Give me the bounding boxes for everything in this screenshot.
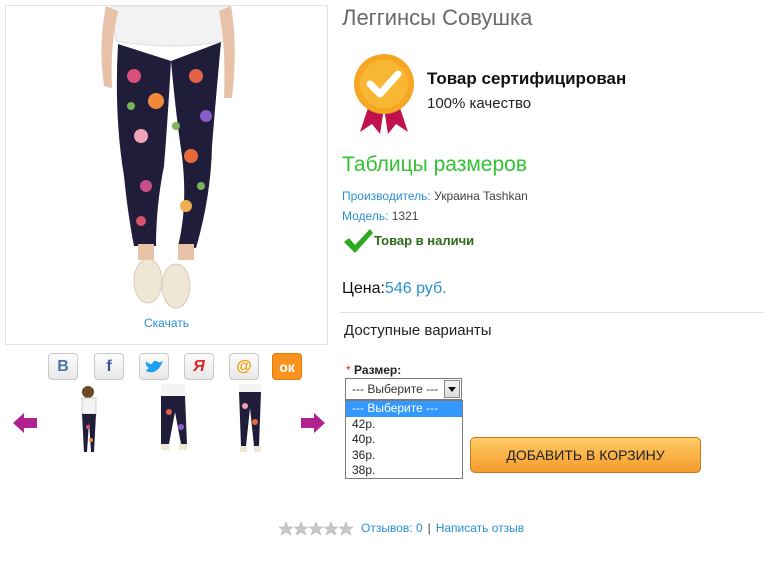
manufacturer-label[interactable]: Производитель: — [342, 189, 431, 203]
thumbnail-2[interactable] — [151, 382, 197, 460]
price-value: 546 руб. — [384, 280, 447, 297]
chevron-down-icon[interactable] — [444, 380, 460, 398]
yandex-icon: Я — [193, 357, 205, 375]
facebook-icon: f — [106, 357, 112, 375]
odnoklassniki-share-button[interactable]: ок — [272, 353, 302, 380]
variants-title: Доступные варианты — [344, 322, 492, 339]
star-icon — [308, 521, 324, 536]
thumbnail-3[interactable] — [227, 382, 273, 460]
model-row: Модель: 1321 — [342, 209, 418, 223]
manufacturer-row: Производитель: Украина Tashkan — [342, 189, 528, 203]
certificate-title: Товар сертифицирован — [427, 69, 627, 88]
price-row: Цена:546 руб. — [342, 280, 447, 298]
size-select[interactable]: --- Выберите --- — [345, 378, 462, 400]
star-icon — [293, 521, 309, 536]
reviews-row: Отзывов: 0 | Написать отзыв — [361, 521, 524, 535]
divider — [340, 312, 763, 313]
product-title: Леггинсы Совушка — [342, 5, 533, 30]
twitter-icon — [145, 360, 163, 372]
vk-share-button[interactable]: В — [48, 353, 78, 380]
size-label: * Размер: — [346, 363, 401, 377]
thumbnail-1[interactable] — [66, 382, 112, 460]
size-option[interactable]: 40р. — [346, 432, 462, 448]
model-label: Модель: — [342, 209, 389, 223]
add-to-cart-button[interactable]: ДОБАВИТЬ В КОРЗИНУ — [470, 437, 701, 473]
twitter-share-button[interactable] — [139, 353, 169, 380]
size-select-value: --- Выберите --- — [352, 382, 439, 396]
manufacturer-value: Украина Tashkan — [434, 189, 528, 203]
price-label: Цена: — [342, 280, 385, 297]
certificate-subtitle: 100% качество — [427, 95, 532, 112]
mail-share-button[interactable]: @ — [229, 353, 259, 380]
required-mark: * — [346, 363, 351, 377]
stock-status: Товар в наличи — [374, 233, 475, 248]
at-icon: @ — [236, 357, 252, 375]
rating-stars — [279, 521, 354, 536]
facebook-share-button[interactable]: f — [94, 353, 124, 380]
star-icon — [279, 521, 294, 536]
reviews-separator: | — [427, 521, 431, 535]
model-value: 1321 — [391, 209, 419, 223]
checkmark-icon — [344, 229, 373, 253]
odnoklassniki-icon: ок — [279, 358, 295, 375]
certificate-badge-icon — [354, 54, 414, 134]
star-icon — [323, 521, 339, 536]
download-link[interactable]: Скачать — [6, 316, 327, 330]
write-review-link[interactable]: Написать отзыв — [436, 521, 524, 535]
size-table-link[interactable]: Таблицы размеров — [342, 153, 527, 177]
leggings-photo — [101, 6, 235, 309]
size-option[interactable]: 36р. — [346, 448, 462, 464]
size-label-text: Размер: — [354, 363, 402, 377]
yandex-share-button[interactable]: Я — [184, 353, 214, 380]
reviews-count-link[interactable]: Отзывов: 0 — [361, 521, 423, 535]
product-main-image[interactable]: Скачать — [5, 5, 328, 345]
size-option[interactable]: 38р. — [346, 463, 462, 479]
prev-arrow-icon[interactable] — [12, 412, 38, 434]
star-icon — [338, 521, 354, 536]
size-dropdown-list[interactable]: --- Выберите --- 42р. 40р. 36р. 38р. — [345, 400, 463, 479]
vk-icon: В — [57, 357, 69, 375]
size-option[interactable]: 42р. — [346, 417, 462, 433]
size-option[interactable]: --- Выберите --- — [346, 401, 462, 417]
next-arrow-icon[interactable] — [300, 412, 326, 434]
